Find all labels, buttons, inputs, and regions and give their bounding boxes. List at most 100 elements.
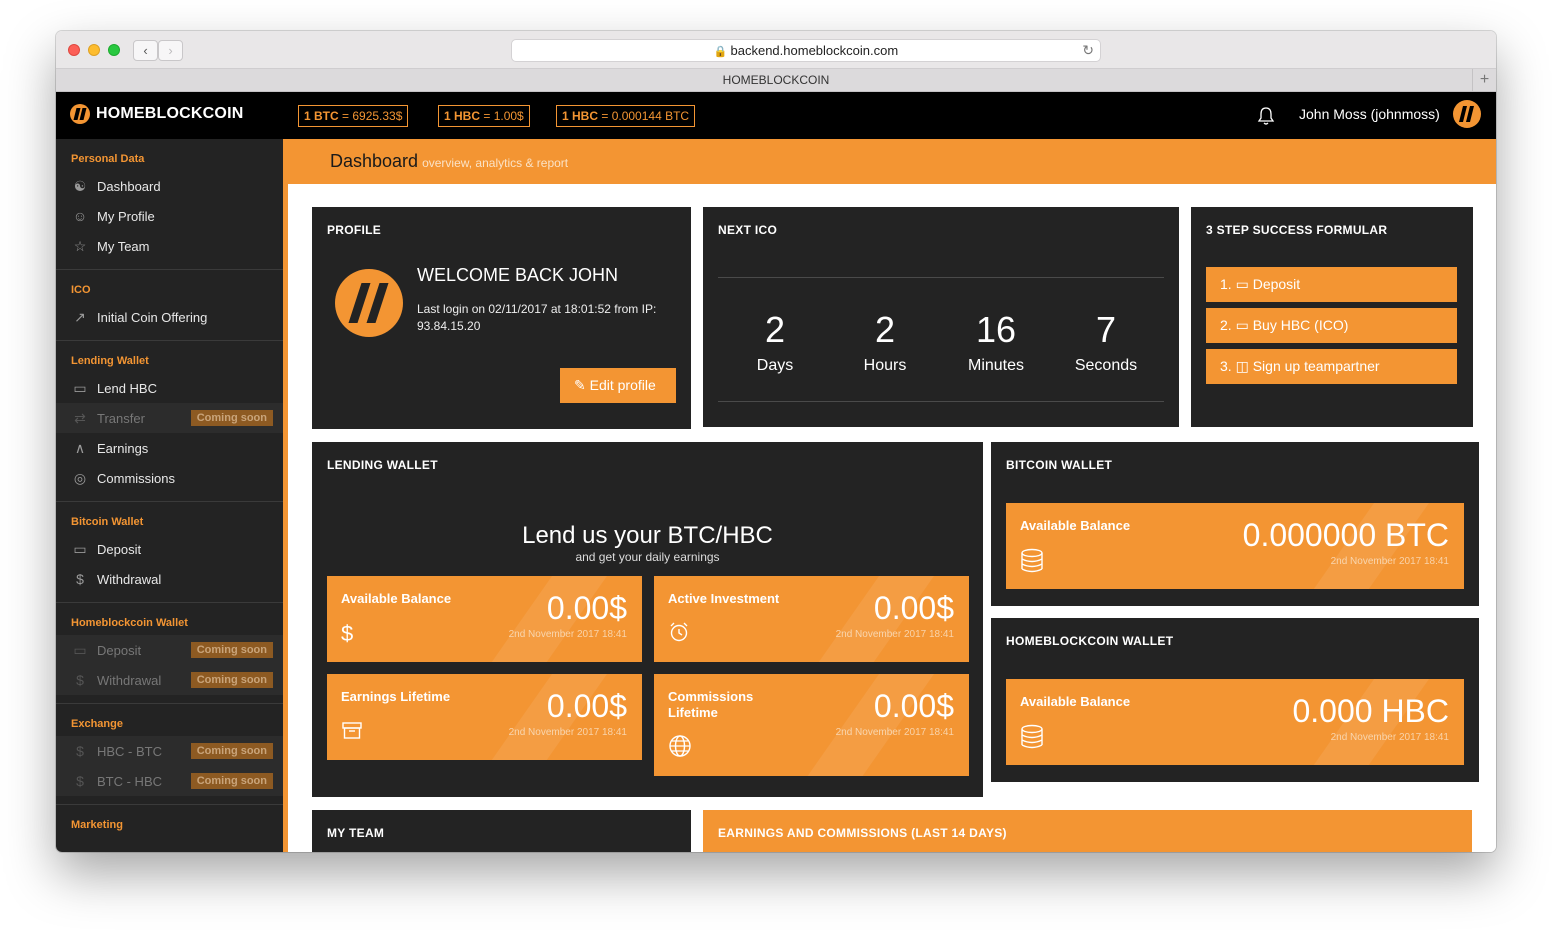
sidebar-section-exchange: Exchange $ HBC - BTC Coming soon $ BTC - HB…: [56, 704, 283, 805]
active-investment-tile[interactable]: Active Investment 0.00$ 2nd November 201…: [654, 576, 969, 662]
card-title: NEXT ICO: [718, 223, 778, 237]
user-name[interactable]: John Moss (johnmoss): [1299, 106, 1440, 122]
reload-icon[interactable]: ↻: [1082, 40, 1094, 61]
sidebar-item-label: HBC - BTC: [97, 743, 162, 759]
card-icon: ▭: [1235, 317, 1249, 333]
btc-balance-tile[interactable]: Available Balance 0.000000 BTC 2nd Novem…: [1006, 503, 1464, 589]
card-title: EARNINGS AND COMMISSIONS (LAST 14 DAYS): [718, 826, 1007, 840]
sidebar-item-commissions[interactable]: ◎ Commissions: [56, 463, 283, 493]
dollar-icon: $: [76, 571, 84, 587]
sidebar: Personal Data ☯ Dashboard ☺ My Profile ☆ My…: [56, 139, 283, 852]
logo[interactable]: HOMEBLOCKCOIN: [70, 104, 243, 124]
step-number: 2.: [1220, 317, 1232, 333]
edit-profile-label: Edit profile: [589, 377, 656, 393]
sidebar-section-title: Exchange: [71, 718, 123, 730]
card-title: BITCOIN WALLET: [1006, 458, 1113, 472]
step-number: 1.: [1220, 276, 1232, 292]
sidebar-item-hbc-deposit[interactable]: ▭ Deposit Coming soon: [56, 635, 283, 665]
sidebar-item-hbc-btc[interactable]: $ HBC - BTC Coming soon: [56, 736, 283, 766]
sidebar-section-title: Marketing: [71, 819, 123, 831]
card-icon: ▭: [73, 540, 87, 557]
sidebar-item-btc-deposit[interactable]: ▭ Deposit: [56, 534, 283, 564]
step-buy-hbc-button[interactable]: 2. ▭ Buy HBC (ICO): [1206, 308, 1457, 343]
sidebar-item-earnings[interactable]: ∧ Earnings: [56, 433, 283, 463]
ticker-label: 1 HBC: [562, 109, 599, 123]
card-icon: ▭: [1235, 276, 1249, 292]
sidebar-item-lend-hbc[interactable]: ▭ Lend HBC: [56, 373, 283, 403]
ticker-hbc-usd: 1 HBC = 1.00$: [438, 105, 530, 127]
pencil-icon: ✎: [574, 377, 586, 393]
sidebar-item-btc-withdrawal[interactable]: $ Withdrawal: [56, 564, 283, 594]
tile-date: 2nd November 2017 18:41: [508, 629, 627, 640]
tile-value: 0.000 HBC: [1292, 693, 1449, 729]
available-balance-tile[interactable]: Available Balance 0.00$ 2nd November 201…: [327, 576, 642, 662]
new-tab-button[interactable]: +: [1472, 69, 1496, 92]
step-label: Deposit: [1252, 276, 1301, 292]
profile-card: PROFILE WELCOME BACK JOHN Last login on …: [312, 207, 691, 429]
database-icon: [1020, 548, 1044, 573]
tile-date: 2nd November 2017 18:41: [508, 727, 627, 738]
last-login-text: Last login on 02/11/2017 at 18:01:52 fro…: [417, 302, 657, 333]
sidebar-section-title: Lending Wallet: [71, 355, 149, 367]
step-deposit-button[interactable]: 1. ▭ Deposit: [1206, 267, 1457, 302]
sidebar-section-title: ICO: [71, 284, 91, 296]
avatar[interactable]: [1453, 100, 1481, 128]
hbc-balance-tile[interactable]: Available Balance 0.000 HBC 2nd November…: [1006, 679, 1464, 765]
dollar-icon: $: [76, 672, 84, 688]
coming-soon-badge: Coming soon: [190, 773, 273, 789]
sidebar-section-title: Personal Data: [71, 153, 145, 165]
database-icon: [1020, 724, 1044, 749]
sidebar-item-label: Deposit: [97, 541, 142, 557]
sidebar-section-ico: ICO ↗ Initial Coin Offering: [56, 270, 283, 341]
tile-label: Commissions Lifetime: [668, 689, 754, 720]
refresh-icon: ⇄: [74, 409, 86, 426]
sidebar-item-label: Lend HBC: [97, 380, 157, 396]
sidebar-item-my-profile[interactable]: ☺ My Profile: [56, 201, 283, 231]
sidebar-item-label: BTC - HBC: [97, 773, 162, 789]
countdown-seconds: 7: [1095, 309, 1117, 350]
edit-profile-button[interactable]: ✎ Edit profile: [560, 368, 676, 403]
bitcoin-wallet-card: BITCOIN WALLET Available Balance 0.00000…: [991, 442, 1479, 606]
sidebar-section-lending-wallet: Lending Wallet ▭ Lend HBC ⇄ Transfer Coming…: [56, 341, 283, 502]
forward-button[interactable]: ›: [158, 40, 183, 61]
tile-value: 0.00$: [873, 590, 954, 626]
sidebar-item-initial-coin-offering[interactable]: ↗ Initial Coin Offering: [56, 302, 283, 332]
card-icon: ▭: [73, 379, 87, 396]
archive-icon: [341, 719, 365, 743]
bell-icon[interactable]: [1256, 106, 1276, 126]
tab-title[interactable]: HOMEBLOCKCOIN: [723, 73, 830, 87]
dollar-icon: $: [341, 621, 354, 646]
tile-date: 2nd November 2017 18:41: [1330, 556, 1449, 567]
url-text: backend.homeblockcoin.com: [730, 43, 899, 58]
step-label: Sign up teampartner: [1252, 358, 1380, 374]
sidebar-item-label: Dashboard: [97, 178, 161, 194]
earnings-lifetime-tile[interactable]: Earnings Lifetime 0.00$ 2nd November 201…: [327, 674, 642, 760]
tile-value: 0.00$: [546, 688, 627, 724]
sidebar-item-transfer[interactable]: ⇄ Transfer Coming soon: [56, 403, 283, 433]
next-ico-card: NEXT ICO 2 Days 2 Hours 16 Minutes 7 Sec…: [703, 207, 1179, 427]
divider: [718, 401, 1164, 402]
minimize-window-button[interactable]: [88, 44, 100, 56]
tile-value: 0.00$: [546, 590, 627, 626]
sidebar-item-dashboard[interactable]: ☯ Dashboard: [56, 171, 283, 201]
sidebar-section-bitcoin-wallet: Bitcoin Wallet ▭ Deposit $ Withdrawal: [56, 502, 283, 603]
card-title: LENDING WALLET: [327, 458, 438, 472]
logo-text: HOMEBLOCKCOIN: [96, 105, 244, 122]
lending-headline: Lend us your BTC/HBC: [522, 522, 773, 549]
tile-label: Available Balance: [1020, 518, 1131, 533]
sidebar-item-label: My Profile: [97, 208, 155, 224]
back-button[interactable]: ‹: [133, 40, 158, 61]
sidebar-item-btc-hbc[interactable]: $ BTC - HBC Coming soon: [56, 766, 283, 796]
close-window-button[interactable]: [68, 44, 80, 56]
page-subtitle: overview, analytics & report: [422, 156, 569, 170]
countdown-days: 2: [764, 309, 786, 350]
commissions-lifetime-tile[interactable]: Commissions Lifetime 0.00$ 2nd November …: [654, 674, 969, 776]
sidebar-item-hbc-withdrawal[interactable]: $ Withdrawal Coming soon: [56, 665, 283, 695]
zoom-window-button[interactable]: [108, 44, 120, 56]
step-sign-up-teampartner-button[interactable]: 3. ◫ Sign up teampartner: [1206, 349, 1457, 384]
ticker-hbc-btc: 1 HBC = 0.000144 BTC: [556, 105, 696, 127]
address-bar[interactable]: 🔒 backend.homeblockcoin.com ↻: [511, 39, 1101, 62]
sidebar-item-my-team[interactable]: ☆ My Team: [56, 231, 283, 261]
user-icon: ☺: [72, 208, 88, 224]
ticker-value: = 0.000144 BTC: [598, 109, 690, 123]
